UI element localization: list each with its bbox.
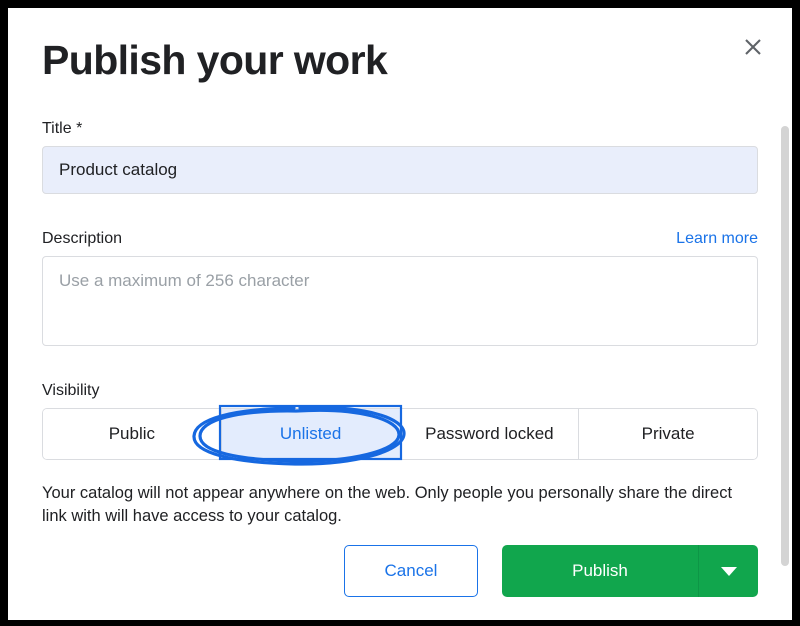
visibility-segmented-control: Public Unlisted Password locked Private xyxy=(42,407,758,460)
learn-more-link[interactable]: Learn more xyxy=(676,230,758,248)
dialog-actions: Cancel Publish xyxy=(42,545,758,598)
publish-button[interactable]: Publish xyxy=(502,545,698,598)
chevron-down-icon xyxy=(720,566,737,576)
description-label-row: Description Learn more xyxy=(42,230,758,248)
dialog-content: Publish your work Title * Description Le… xyxy=(8,8,792,598)
title-field-label: Title * xyxy=(42,119,83,137)
vertical-scrollbar-thumb[interactable] xyxy=(781,126,789,566)
title-input[interactable] xyxy=(42,145,758,194)
screenshot-frame: Publish your work Title * Description Le… xyxy=(0,0,800,626)
visibility-option-public[interactable]: Public xyxy=(43,408,221,459)
description-field-label: Description xyxy=(42,229,123,247)
cancel-button[interactable]: Cancel xyxy=(344,545,478,598)
publish-split-button: Publish xyxy=(502,545,758,598)
close-button[interactable] xyxy=(736,30,770,64)
vertical-scrollbar-track[interactable] xyxy=(778,8,792,620)
publish-dialog: Publish your work Title * Description Le… xyxy=(8,8,792,620)
visibility-helper-text: Your catalog will not appear anywhere on… xyxy=(42,483,733,526)
visibility-option-password-locked[interactable]: Password locked xyxy=(399,408,579,459)
visibility-label: Visibility xyxy=(42,381,100,399)
close-icon xyxy=(743,37,763,57)
description-input[interactable] xyxy=(42,255,758,346)
publish-options-button[interactable] xyxy=(698,545,758,598)
visibility-option-private[interactable]: Private xyxy=(578,408,757,459)
page-title: Publish your work xyxy=(42,37,388,83)
visibility-option-unlisted[interactable]: Unlisted xyxy=(220,408,400,459)
